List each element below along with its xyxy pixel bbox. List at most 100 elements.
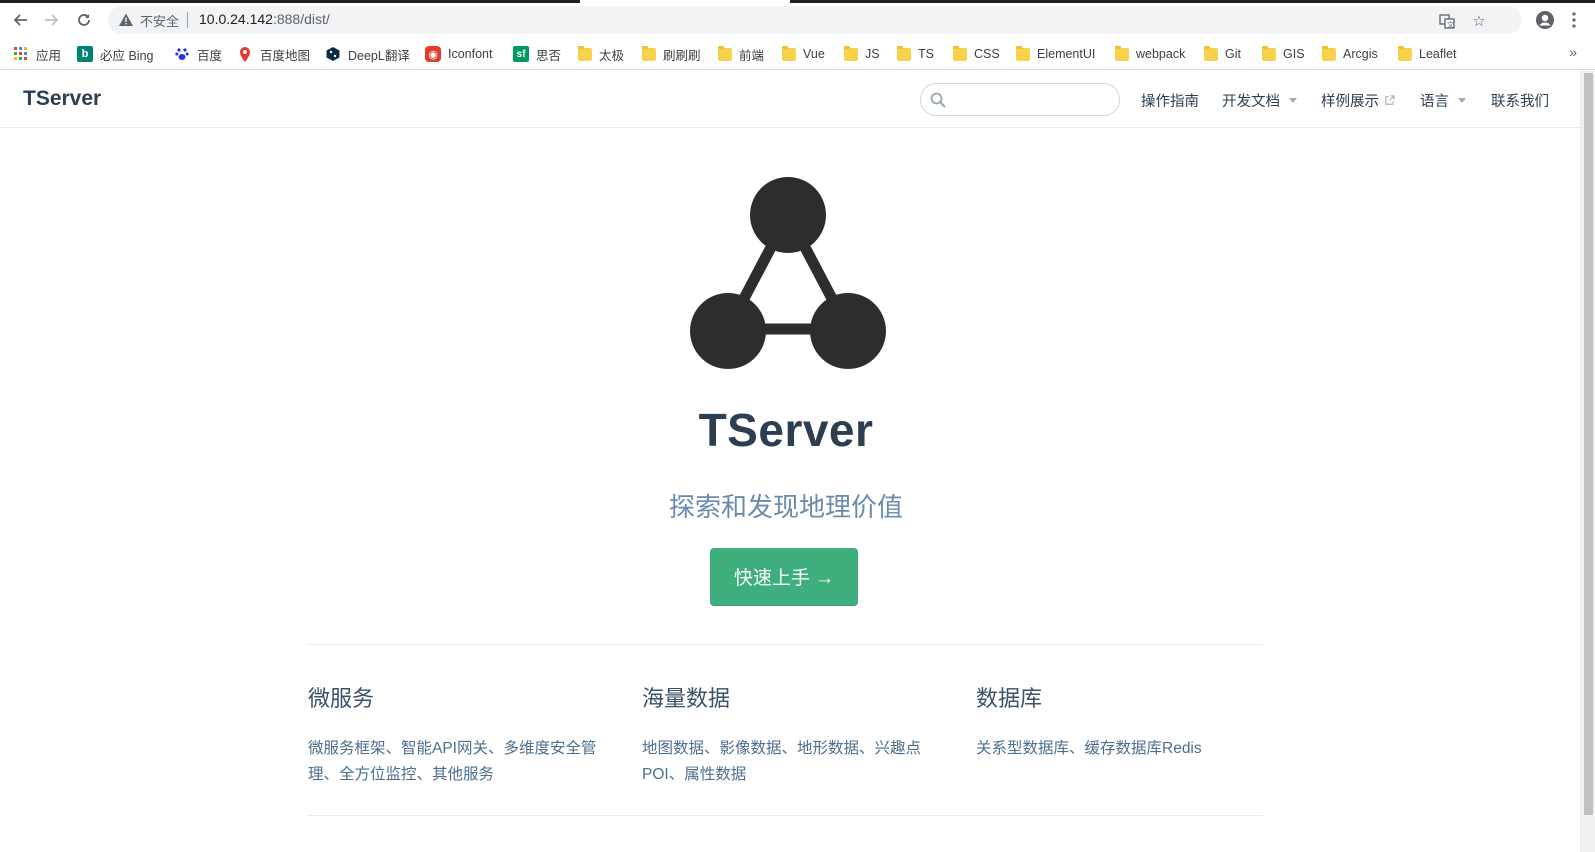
bookmark-folder-frontend[interactable]: 前端 bbox=[718, 44, 764, 64]
site-brand-link[interactable]: TServer bbox=[23, 87, 101, 111]
folder-icon bbox=[642, 45, 656, 61]
bookmark-folder-vue[interactable]: Vue bbox=[782, 44, 825, 64]
bookmark-label: webpack bbox=[1136, 47, 1186, 61]
dropdown-caret-icon bbox=[1289, 98, 1297, 103]
section-divider bbox=[308, 815, 1263, 816]
url-host: 10.0.24.142 bbox=[199, 11, 273, 27]
more-bookmarks-chevron-icon[interactable]: » bbox=[1569, 44, 1577, 60]
bookmark-label: Arcgis bbox=[1343, 47, 1378, 61]
bookmark-folder-gis[interactable]: GIS bbox=[1262, 44, 1305, 64]
vertical-scrollbar[interactable] bbox=[1580, 71, 1595, 852]
bookmark-label: DeepL翻译 bbox=[348, 48, 410, 63]
bookmark-label: ElementUI bbox=[1037, 47, 1096, 61]
folder-icon bbox=[953, 45, 967, 61]
tab-background bbox=[0, 0, 580, 3]
translate-icon[interactable]: 文 bbox=[1438, 12, 1456, 30]
address-bar[interactable]: 不安全 10.0.24.142:888/dist/ 文 ☆ bbox=[108, 6, 1522, 34]
bookmark-label: JS bbox=[865, 47, 880, 61]
folder-icon bbox=[1322, 45, 1336, 61]
tab-background bbox=[790, 0, 1595, 3]
segmentfault-icon: sf bbox=[513, 46, 529, 62]
feature-details: 微服务框架、智能API网关、多维度安全管理、全方位监控、其他服务 bbox=[308, 740, 597, 783]
bookmark-label: CSS bbox=[974, 47, 1000, 61]
bookmark-label: Git bbox=[1225, 47, 1241, 61]
search-icon bbox=[930, 92, 946, 108]
bookmark-label: Iconfont bbox=[448, 47, 493, 61]
back-arrow-icon[interactable] bbox=[8, 8, 32, 32]
nav-contact-label: 联系我们 bbox=[1491, 94, 1549, 110]
folder-icon bbox=[1262, 45, 1276, 61]
baidu-paw-icon bbox=[174, 46, 190, 62]
scrollbar-thumb[interactable] bbox=[1584, 73, 1593, 815]
bookmark-label: 百度 bbox=[197, 48, 223, 63]
feature-massive-data: 海量数据 地图数据、影像数据、地形数据、兴趣点POI、属性数据 bbox=[642, 681, 932, 788]
bookmark-folder-js[interactable]: JS bbox=[844, 44, 880, 64]
bookmark-bing[interactable]: b 必应 Bing bbox=[77, 44, 154, 64]
forward-arrow-icon[interactable] bbox=[40, 8, 64, 32]
url-text: 10.0.24.142:888/dist/ bbox=[199, 11, 330, 27]
get-started-button[interactable]: 快速上手 → bbox=[710, 548, 858, 606]
feature-title: 海量数据 bbox=[642, 686, 731, 711]
menu-kebab-icon[interactable] bbox=[1562, 8, 1586, 32]
apps-grid-icon bbox=[13, 46, 29, 62]
bookmark-label: TS bbox=[918, 47, 934, 61]
bookmark-folder-css[interactable]: CSS bbox=[953, 44, 1000, 64]
bookmark-label: 刷刷刷 bbox=[663, 48, 701, 63]
reload-icon[interactable] bbox=[72, 8, 96, 32]
nav-dev-docs[interactable]: 开发文档 bbox=[1222, 90, 1297, 111]
bookmark-folder-shuashua[interactable]: 刷刷刷 bbox=[642, 44, 701, 64]
profile-avatar-icon[interactable] bbox=[1533, 8, 1557, 32]
feature-title: 微服务 bbox=[308, 686, 375, 711]
bookmark-label: GIS bbox=[1283, 47, 1305, 61]
nav-contact[interactable]: 联系我们 bbox=[1491, 90, 1549, 111]
bookmark-folder-arcgis[interactable]: Arcgis bbox=[1322, 44, 1378, 64]
bookmark-apps[interactable]: 应用 bbox=[13, 44, 61, 64]
star-bookmark-icon[interactable]: ☆ bbox=[1470, 12, 1488, 30]
feature-database: 数据库 关系型数据库、缓存数据库Redis bbox=[976, 681, 1266, 762]
search-input[interactable] bbox=[953, 89, 1113, 111]
nav-language[interactable]: 语言 bbox=[1420, 90, 1466, 111]
bookmark-baidu[interactable]: 百度 bbox=[174, 44, 222, 64]
search-box[interactable] bbox=[920, 83, 1120, 116]
tserver-logo-icon bbox=[690, 177, 886, 369]
page-viewport: TServer 操作指南 开发文档 样例展示 语言 联系我们 TServer 探… bbox=[0, 71, 1580, 852]
folder-icon bbox=[782, 45, 796, 61]
folder-icon bbox=[1204, 45, 1218, 61]
bookmark-segmentfault[interactable]: sf 思否 bbox=[513, 44, 561, 64]
iconfont-icon: ◉ bbox=[425, 46, 441, 62]
feature-microservice: 微服务 微服务框架、智能API网关、多维度安全管理、全方位监控、其他服务 bbox=[308, 681, 598, 788]
feature-details: 关系型数据库、缓存数据库Redis bbox=[976, 740, 1202, 757]
bookmark-label: 太极 bbox=[599, 48, 625, 63]
bookmark-iconfont[interactable]: ◉ Iconfont bbox=[425, 44, 492, 64]
bookmark-folder-webpack[interactable]: webpack bbox=[1115, 44, 1185, 64]
bookmark-baidu-map[interactable]: 百度地图 bbox=[237, 44, 310, 64]
nav-guide[interactable]: 操作指南 bbox=[1141, 90, 1199, 111]
feature-title: 数据库 bbox=[976, 686, 1043, 711]
nav-examples[interactable]: 样例展示 bbox=[1321, 90, 1395, 111]
bookmark-label: Vue bbox=[803, 47, 825, 61]
feature-details: 地图数据、影像数据、地形数据、兴趣点POI、属性数据 bbox=[642, 740, 922, 783]
bookmark-label: 必应 Bing bbox=[100, 48, 154, 63]
bookmark-folder-elementui[interactable]: ElementUI bbox=[1016, 44, 1095, 64]
bookmark-folder-ts[interactable]: TS bbox=[897, 44, 934, 64]
hero-tagline: 探索和发现地理价值 bbox=[668, 492, 903, 522]
url-path: :888/dist/ bbox=[272, 11, 330, 27]
folder-icon bbox=[844, 45, 858, 61]
bookmark-folder-taiji[interactable]: 太极 bbox=[578, 44, 624, 64]
bookmark-folder-leaflet[interactable]: Leaflet bbox=[1398, 44, 1457, 64]
nav-language-label: 语言 bbox=[1420, 94, 1449, 110]
external-link-icon bbox=[1385, 95, 1395, 105]
address-divider bbox=[187, 12, 188, 28]
dropdown-caret-icon bbox=[1458, 98, 1466, 103]
bookmark-deepl[interactable]: DeepL翻译 bbox=[325, 44, 410, 64]
folder-icon bbox=[897, 45, 911, 61]
tab-strip bbox=[0, 0, 1595, 3]
bookmark-folder-git[interactable]: Git bbox=[1204, 44, 1241, 64]
folder-icon bbox=[718, 45, 732, 61]
browser-chrome: 不安全 10.0.24.142:888/dist/ 文 ☆ 应用 b 必应 Bin… bbox=[0, 0, 1595, 70]
bookmark-label: 前端 bbox=[739, 48, 765, 63]
bookmark-label: 百度地图 bbox=[260, 48, 311, 63]
hero-title: TServer bbox=[698, 404, 874, 456]
nav-dev-docs-label: 开发文档 bbox=[1222, 94, 1280, 110]
site-navbar: TServer 操作指南 开发文档 样例展示 语言 联系我们 bbox=[0, 71, 1580, 128]
